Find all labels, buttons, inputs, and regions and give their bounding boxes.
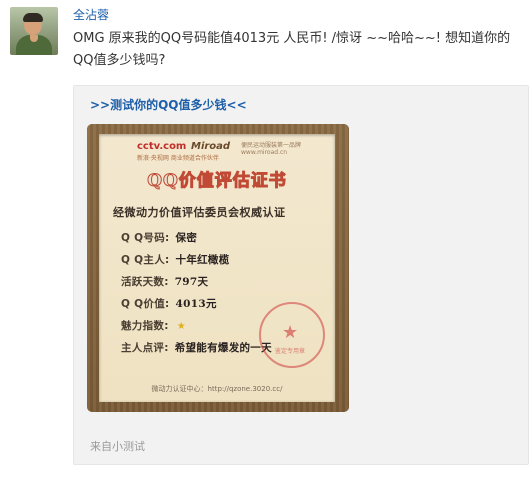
field-qq-value: Q Q价值: 4013元	[121, 298, 217, 310]
field-active-days: 活跃天数: 797天	[121, 276, 209, 288]
attachment-card: >>测试你的QQ值多少钱<< cctv.com Miroad 便民运动服装第一品…	[73, 85, 529, 465]
logo-tagline: 便民运动服装第一品牌 www.miroad.cn	[241, 142, 302, 156]
miroad-logo: Miroad	[191, 141, 231, 152]
field-qq-owner: Q Q主人: 十年红橄榄	[121, 254, 230, 266]
source-link[interactable]: 来自小测试	[90, 438, 145, 454]
field-owner-comment: 主人点评: 希望能有爆发的一天	[121, 342, 272, 354]
quiz-link[interactable]: >>测试你的QQ值多少钱<<	[90, 96, 247, 113]
username-link[interactable]: 全沾蓉	[73, 6, 109, 23]
star-icon: ★	[176, 321, 186, 332]
post-text: OMG 原来我的QQ号码能值4013元 人民币! /惊讶 ~~哈哈~~! 想知道…	[73, 31, 511, 68]
certificate-image[interactable]: cctv.com Miroad 便民运动服装第一品牌 www.miroad.cn…	[87, 124, 349, 412]
certificate-title: QQ价值评估证书	[147, 171, 287, 192]
field-charm-index: 魅力指数: ★	[121, 320, 186, 332]
field-qq-number: Q Q号码: 保密	[121, 232, 198, 244]
certificate-paper: cctv.com Miroad 便民运动服装第一品牌 www.miroad.cn…	[99, 134, 335, 402]
certificate-logos: cctv.com Miroad 便民运动服装第一品牌 www.miroad.cn…	[99, 140, 335, 162]
stamp-star-icon: ★	[282, 322, 299, 343]
stamp-label: 鉴定专用章	[275, 348, 306, 355]
logo-subtext: 新浪·央视网 商业频道合作伙伴	[137, 155, 219, 162]
certificate-subtitle: 经微动力价值评估委员会权威认证	[113, 206, 286, 219]
cctv-logo: cctv.com	[137, 141, 187, 152]
red-stamp-icon: ★ 鉴定专用章	[259, 302, 325, 368]
certificate-footer-url: 微动力认证中心：http://qzone.3020.cc/	[151, 385, 283, 393]
avatar[interactable]	[10, 7, 58, 55]
